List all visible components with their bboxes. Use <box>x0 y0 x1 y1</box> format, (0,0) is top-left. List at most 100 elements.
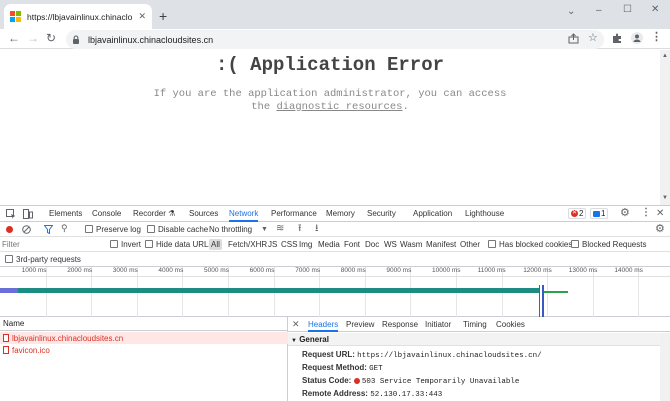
inspect-element-icon[interactable] <box>6 209 16 219</box>
preserve-log-checkbox[interactable] <box>85 225 93 233</box>
tab-lighthouse[interactable]: Lighthouse <box>465 206 504 222</box>
errors-badge[interactable]: ✕ 2 <box>568 208 587 219</box>
filter-wasm[interactable]: Wasm <box>400 237 422 252</box>
tab-console[interactable]: Console <box>92 206 121 222</box>
tab-application[interactable]: Application <box>413 206 452 222</box>
tab-sources[interactable]: Sources <box>189 206 218 222</box>
timeline-tick-label: 10000 ms <box>432 267 461 274</box>
timeline-tick-label: 11000 ms <box>477 267 506 274</box>
filter-all[interactable]: All <box>209 239 222 250</box>
address-bar[interactable]: lbjavainlinux.chinacloudsites.cn <box>66 30 604 49</box>
filter-manifest[interactable]: Manifest <box>426 237 456 252</box>
chevron-down-icon[interactable]: ▼ <box>261 226 268 233</box>
blocked-requests-checkbox[interactable] <box>571 240 579 248</box>
forward-icon[interactable]: → <box>27 32 39 44</box>
disable-cache-checkbox[interactable] <box>147 225 155 233</box>
tab-memory[interactable]: Memory <box>326 206 355 222</box>
network-settings-icon[interactable]: ⚙ <box>655 224 665 235</box>
dom-content-loaded-marker <box>539 285 540 317</box>
filter-input[interactable] <box>2 239 102 250</box>
network-overview-timeline[interactable]: 1000 ms 2000 ms 3000 ms 4000 ms 5000 ms 6000 … <box>0 267 670 317</box>
tab-recorder[interactable]: Recorder ⚗ <box>133 206 175 222</box>
detail-tab-headers[interactable]: Headers <box>308 317 339 332</box>
timeline-tick-label: 4000 ms <box>158 267 184 274</box>
filter-media[interactable]: Media <box>318 237 340 252</box>
menu-kebab-icon[interactable]: ⋮ <box>651 32 662 43</box>
tab-search-icon[interactable]: ⌄ <box>567 7 575 17</box>
throttling-select[interactable]: No throttling <box>209 222 252 237</box>
issue-icon <box>593 210 600 217</box>
export-har-icon[interactable]: ⭳ <box>315 224 319 234</box>
tab-security[interactable]: Security <box>367 206 396 222</box>
name-column-header[interactable]: Name <box>0 317 288 331</box>
request-row-selected[interactable]: lbjavainlinux.chinacloudsites.cn <box>0 332 288 344</box>
maximize-button[interactable]: ☐ <box>623 5 632 15</box>
timeline-tick-label: 5000 ms <box>204 267 229 274</box>
filter-font[interactable]: Font <box>344 237 360 252</box>
filter-other[interactable]: Other <box>460 237 480 252</box>
request-row[interactable]: favicon.ico <box>0 344 288 356</box>
new-tab-button[interactable]: + <box>159 9 167 23</box>
close-devtools-icon[interactable]: ✕ <box>656 209 664 219</box>
tab-elements[interactable]: Elements <box>49 206 82 222</box>
timeline-gridline <box>638 267 640 317</box>
timeline-tick-label: 6000 ms <box>249 267 275 274</box>
reload-icon[interactable]: ↻ <box>46 32 56 44</box>
timeline-tick-label: 1000 ms <box>21 267 47 274</box>
filter-doc[interactable]: Doc <box>365 237 379 252</box>
document-icon <box>3 334 9 342</box>
close-window-button[interactable]: ✕ <box>651 5 659 15</box>
general-section-header[interactable]: ▼ General <box>288 333 670 346</box>
general-row: Status Code: 503 Service Temporarily Una… <box>302 376 519 386</box>
share-icon[interactable] <box>568 33 579 44</box>
detail-tab-response[interactable]: Response <box>382 317 418 332</box>
settings-gear-icon[interactable]: ⚙ <box>620 208 630 219</box>
issues-badge[interactable]: 1 <box>590 208 609 219</box>
filter-funnel-icon[interactable] <box>44 225 53 234</box>
tab-title: https://lbjavainlinux.chinacloudsites.cn <box>27 11 133 22</box>
close-tab-icon[interactable]: ✕ <box>138 11 146 22</box>
filter-css[interactable]: CSS <box>281 237 297 252</box>
extensions-icon[interactable] <box>612 33 623 44</box>
record-icon[interactable] <box>6 226 13 233</box>
page-scrollbar[interactable]: ▲ ▼ <box>660 50 670 205</box>
timeline-tick-label: 9000 ms <box>386 267 412 274</box>
import-har-icon[interactable]: ⭱ <box>298 224 302 234</box>
detail-tab-timing[interactable]: Timing <box>463 317 487 332</box>
diagnostic-resources-link[interactable]: diagnostic resources <box>276 101 402 113</box>
minimize-button[interactable]: – <box>596 6 602 16</box>
back-icon[interactable]: ← <box>8 32 20 44</box>
device-toolbar-icon[interactable] <box>23 209 33 219</box>
detail-tab-initiator[interactable]: Initiator <box>425 317 451 332</box>
request-bar-favicon <box>544 291 568 293</box>
blocked-requests-label: Blocked Requests <box>582 240 647 249</box>
timeline-tick-label: 8000 ms <box>340 267 366 274</box>
tab-network[interactable]: Network <box>229 206 259 222</box>
detail-tab-preview[interactable]: Preview <box>346 317 374 332</box>
browser-tab[interactable]: https://lbjavainlinux.chinacloudsites.cn… <box>4 4 152 29</box>
scroll-up-icon[interactable]: ▲ <box>662 53 668 59</box>
devtools-menu-icon[interactable]: ⋮ <box>641 208 651 218</box>
general-row: Request Method: GET <box>302 363 383 373</box>
details-scrollbar[interactable] <box>660 333 670 401</box>
clear-icon[interactable] <box>22 225 31 234</box>
bookmark-star-icon[interactable]: ☆ <box>588 33 598 44</box>
search-icon[interactable]: ⚲ <box>61 224 68 233</box>
filter-ws[interactable]: WS <box>384 237 397 252</box>
filter-img[interactable]: Img <box>299 237 312 252</box>
errors-count: 2 <box>579 208 584 218</box>
profile-avatar-icon[interactable] <box>631 32 643 44</box>
detail-tab-cookies[interactable]: Cookies <box>496 317 525 332</box>
hide-data-urls-checkbox[interactable] <box>145 240 153 248</box>
blocked-cookies-checkbox[interactable] <box>488 240 496 248</box>
scroll-down-icon[interactable]: ▼ <box>662 195 668 201</box>
invert-checkbox[interactable] <box>110 240 118 248</box>
filter-js[interactable]: JS <box>268 237 277 252</box>
filter-fetch-xhr[interactable]: Fetch/XHR <box>228 237 267 252</box>
request-name: lbjavainlinux.chinacloudsites.cn <box>12 333 124 343</box>
error-message: If you are the application administrator… <box>150 88 510 114</box>
close-details-icon[interactable]: ✕ <box>292 320 300 329</box>
third-party-checkbox[interactable] <box>5 255 13 263</box>
network-conditions-icon[interactable]: ≋ <box>276 224 284 234</box>
tab-performance[interactable]: Performance <box>271 206 317 222</box>
